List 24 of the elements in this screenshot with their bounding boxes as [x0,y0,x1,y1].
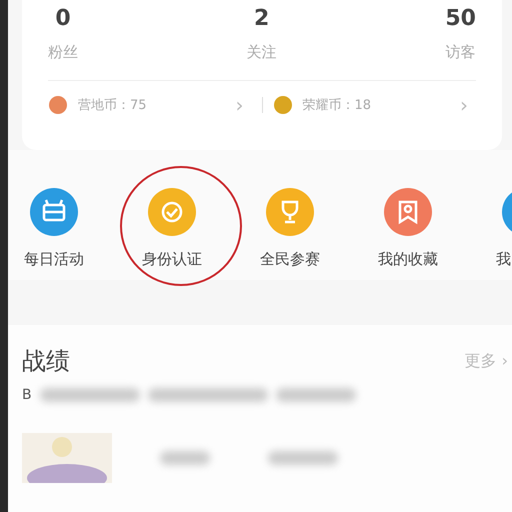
coin-balance[interactable]: 荣耀币：18 [302,96,442,114]
chevron-icon[interactable]: › [228,93,252,117]
shortcut-label[interactable]: 每日活动 [24,250,84,269]
trophy-icon[interactable] [266,188,314,236]
record-text: B [22,387,32,403]
badge-icon[interactable] [148,188,196,236]
shortcut-label[interactable]: 我的收藏 [378,250,438,269]
chevron-icon[interactable]: › [452,93,476,117]
stat-value: 0 [55,6,71,31]
stat-label[interactable]: 粉丝 [48,43,78,62]
stat-label[interactable]: 访客 [446,43,476,62]
shortcut-label[interactable]: 身份认证 [142,250,202,269]
shortcut-label[interactable]: 全民参赛 [260,250,320,269]
shortcut-label[interactable]: 我 [496,250,512,269]
blurred-text [268,451,338,465]
section-title: 战绩 [22,346,70,377]
more-link[interactable]: 更多 › [464,350,512,372]
stat-value: 50 [445,6,476,31]
stat-value: 2 [254,6,270,31]
stat-label[interactable]: 关注 [246,43,277,62]
gift-icon[interactable] [30,188,78,236]
bookmark-icon[interactable] [384,188,432,236]
coin-balance[interactable]: 营地币：75 [78,96,218,114]
blurred-text [160,451,210,465]
